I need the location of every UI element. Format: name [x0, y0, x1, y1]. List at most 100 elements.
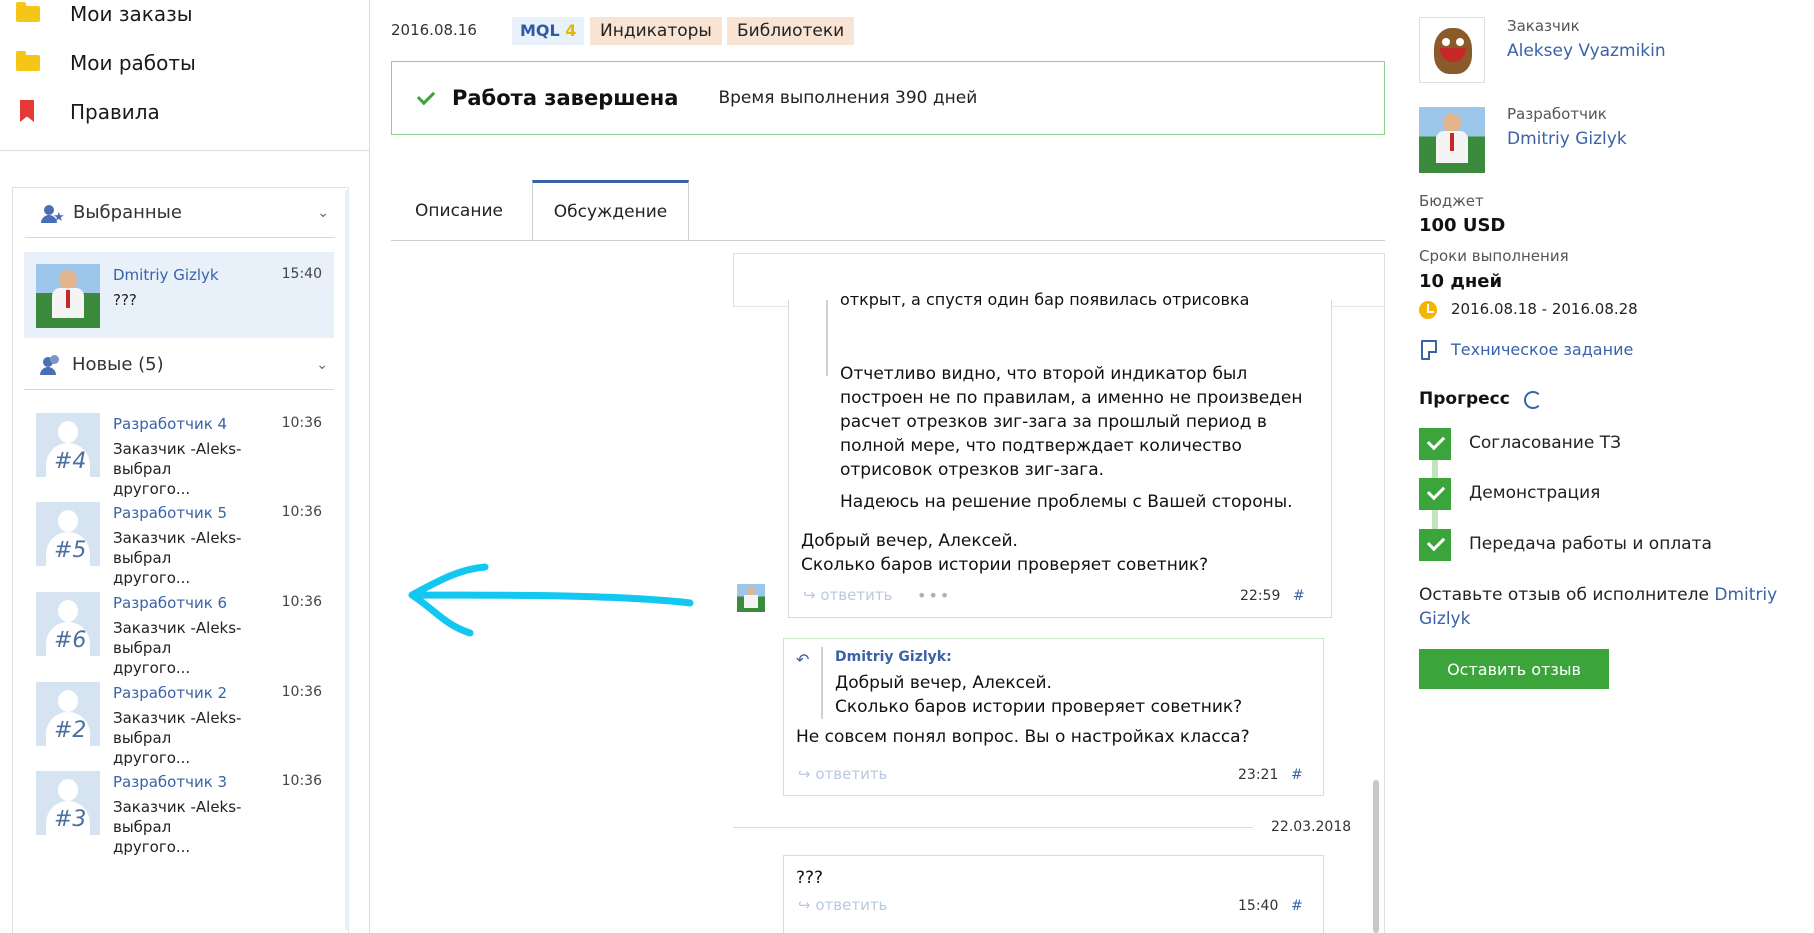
chat-name: Dmitriy Gizlyk	[113, 266, 219, 284]
nav-label: Правила	[70, 100, 160, 124]
budget-label: Бюджет	[1419, 192, 1484, 210]
reply-icon: ↶	[796, 650, 810, 669]
document-icon	[1421, 340, 1437, 360]
chat-item-new[interactable]: #4 Разработчик 4 10:36 Заказчик -Aleks- …	[24, 401, 334, 498]
chat-name: Разработчик 4	[113, 415, 228, 433]
developer-avatar[interactable]	[1419, 107, 1485, 173]
step-label: Передача работы и оплата	[1469, 534, 1712, 554]
chat-item-new[interactable]: #3 Разработчик 3 10:36 Заказчик -Aleks- …	[24, 759, 334, 856]
tab-description[interactable]: Описание	[391, 180, 527, 241]
chat-preview: Заказчик -Aleks- выбрал другого...	[113, 619, 242, 677]
avatar	[737, 584, 765, 612]
quote-text: открыт, а спустя один бар появилась отри…	[840, 290, 1250, 309]
spec-link[interactable]: Техническое задание	[1451, 340, 1633, 359]
nav-divider	[0, 150, 369, 151]
chat-name: Разработчик 2	[113, 684, 228, 702]
chat-time: 10:36	[281, 504, 322, 520]
folder-icon	[14, 51, 40, 73]
message-text: Не совсем понял вопрос. Вы о настройках …	[796, 727, 1250, 747]
step-label: Демонстрация	[1469, 483, 1601, 503]
review-developer-link[interactable]: Dmitriy	[1714, 585, 1777, 605]
message-permalink[interactable]: #	[1291, 898, 1303, 914]
terms-label: Сроки выполнения	[1419, 247, 1569, 265]
chat-preview: ???	[113, 291, 137, 309]
users-icon	[40, 354, 62, 375]
panel-scrollbar[interactable]	[345, 190, 349, 930]
nav-my-works[interactable]: Мои работы	[14, 51, 196, 75]
nav-rules[interactable]: Правила	[14, 100, 160, 124]
step-label: Согласование ТЗ	[1469, 433, 1621, 453]
chat-item-new[interactable]: #6 Разработчик 6 10:36 Заказчик -Aleks- …	[24, 580, 334, 677]
review-prompt: Оставьте отзыв об исполнителе Dmitriy Giz…	[1419, 585, 1778, 629]
reply-link[interactable]: ↪ ответить	[798, 765, 887, 783]
new-title: Новые (5)	[72, 354, 164, 375]
bookmark-icon	[14, 100, 40, 122]
chat-preview: Заказчик -Aleks- выбрал другого...	[113, 529, 242, 587]
chat-name: Разработчик 6	[113, 594, 228, 612]
message-permalink[interactable]: #	[1293, 588, 1305, 604]
chat-message: ??? ↪ ответить 15:40 #	[783, 855, 1324, 933]
nav-my-orders[interactable]: Мои заказы	[14, 2, 193, 26]
date-separator: 22.03.2018	[1271, 819, 1352, 835]
reply-link[interactable]: ↪ ответить	[803, 586, 892, 604]
chat-message: ↶ Dmitriy Gizlyk: Добрый вечер, Алексей.…	[783, 638, 1324, 796]
message-text: ???	[796, 868, 824, 888]
nav-label: Мои заказы	[70, 2, 193, 26]
chat-item-favorite[interactable]: Dmitriy Gizlyk 15:40 ???	[24, 252, 334, 338]
message-permalink[interactable]: #	[1291, 767, 1303, 783]
clock-icon	[1419, 301, 1437, 319]
favorites-title: Выбранные	[73, 202, 182, 223]
folder-icon	[14, 2, 40, 24]
job-date: 2016.08.16	[391, 21, 477, 39]
message-time: 22:59	[1240, 588, 1281, 604]
refresh-icon[interactable]	[1524, 391, 1542, 409]
message-text: Добрый вечер, Алексей. Сколько баров ист…	[801, 531, 1209, 575]
quote-paragraph: Надеюсь на решение проблемы с Вашей стор…	[840, 492, 1293, 512]
step-check-icon	[1419, 428, 1451, 460]
tag-indicators[interactable]: Индикаторы	[590, 17, 722, 45]
favorites-icon: ★	[41, 203, 65, 224]
quote-bar	[821, 647, 823, 719]
chat-time: 15:40	[281, 266, 322, 282]
arrow-annotation	[408, 563, 694, 637]
job-duration: Время выполнения 390 дней	[718, 88, 978, 108]
tabs-underline	[391, 240, 1385, 241]
chat-scrollbar[interactable]	[1373, 780, 1379, 933]
more-icon[interactable]: •••	[917, 586, 951, 605]
job-status: Работа завершена	[452, 86, 679, 110]
review-developer-link[interactable]: Gizlyk	[1419, 609, 1470, 629]
customer-avatar[interactable]	[1419, 17, 1485, 83]
chat-time: 10:36	[281, 684, 322, 700]
reply-link[interactable]: ↪ ответить	[798, 896, 887, 914]
check-icon	[416, 86, 436, 106]
quote-text: Добрый вечер, Алексей. Сколько баров ист…	[835, 673, 1243, 717]
avatar-placeholder: #3	[36, 771, 100, 835]
step-check-icon	[1419, 529, 1451, 561]
chat-border	[1384, 307, 1385, 933]
avatar-placeholder: #4	[36, 413, 100, 477]
customer-name-link[interactable]: Aleksey Vyazmikin	[1507, 41, 1666, 61]
terms-dates: 2016.08.18 - 2016.08.28	[1451, 300, 1638, 318]
job-status-box: Работа завершена Время выполнения 390 дн…	[391, 61, 1385, 135]
quote-bar	[826, 300, 828, 376]
chat-item-new[interactable]: #2 Разработчик 2 10:36 Заказчик -Aleks- …	[24, 670, 334, 767]
chat-time: 10:36	[281, 415, 322, 431]
tag-libraries[interactable]: Библиотеки	[727, 17, 855, 45]
new-header[interactable]: Новые (5) ⌄	[24, 340, 334, 390]
tag-mql[interactable]: MQL 4	[512, 17, 585, 45]
developer-label: Разработчик	[1507, 105, 1607, 123]
message-time: 23:21	[1238, 767, 1279, 783]
chat-name: Разработчик 5	[113, 504, 228, 522]
favorites-header[interactable]: ★ Выбранные ⌄	[25, 188, 335, 238]
chat-time: 10:36	[281, 594, 322, 610]
developer-name-link[interactable]: Dmitriy Gizlyk	[1507, 129, 1627, 149]
avatar-placeholder: #2	[36, 682, 100, 746]
progress-title: Прогресс	[1419, 389, 1510, 409]
tab-discussion[interactable]: Обсуждение	[532, 180, 689, 241]
chat-item-new[interactable]: #5 Разработчик 5 10:36 Заказчик -Aleks- …	[24, 490, 334, 587]
chat-preview: Заказчик -Aleks- выбрал другого...	[113, 798, 242, 856]
nav-label: Мои работы	[70, 51, 196, 75]
avatar	[36, 264, 100, 328]
leave-review-button[interactable]: Оставить отзыв	[1419, 649, 1609, 689]
quote-author: Dmitriy Gizlyk:	[835, 649, 952, 665]
